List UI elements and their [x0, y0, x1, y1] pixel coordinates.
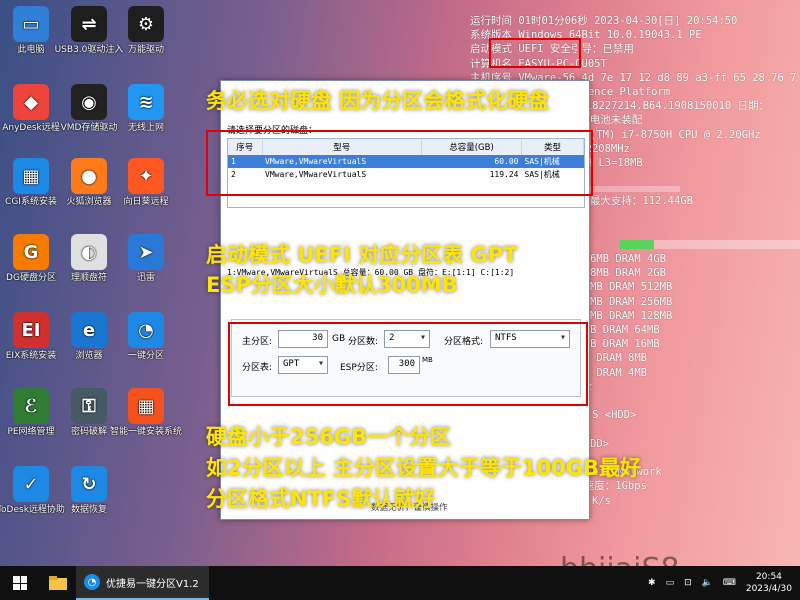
file-explorer-button[interactable] [40, 566, 76, 600]
note-format: 分区格式NTFS默认就好 [206, 487, 436, 511]
desktop-icon-label: PE网络管理 [7, 427, 55, 437]
partition-icon: ◔ [128, 312, 164, 348]
volume-icon[interactable]: 🔈 [702, 578, 713, 588]
desktop-icon-label: 此电脑 [17, 45, 45, 55]
taskbar: ◔ 优捷易一键分区V1.2 ✱ ▭ ⊡ 🔈 ⌨ 20:54 2023/4/30 [0, 566, 800, 600]
wifi-icon: ≋ [128, 84, 164, 120]
desktop-icon-label: 智能一键安装系统 [109, 427, 182, 437]
desktop-icon-label: 无线上网 [127, 123, 164, 133]
desktop-icon[interactable]: ✦ 向日葵远程 [107, 158, 185, 208]
drive-icon: ◐ [71, 234, 107, 270]
boot-mode-highlight [489, 38, 581, 68]
recovery-icon: ↻ [71, 466, 107, 502]
clock[interactable]: 20:54 2023/4/30 [746, 571, 792, 595]
desktop-icon-label: 浏览器 [75, 351, 103, 361]
network-icon: ℰ [13, 388, 49, 424]
desktop-icon-label: DG硬盘分区 [6, 273, 56, 283]
clock-time: 20:54 [755, 572, 782, 582]
folder-icon [49, 576, 67, 590]
disk-select-highlight [206, 130, 593, 196]
desktop-icon[interactable]: ⚙ 万能驱动 [107, 6, 185, 56]
ie-icon: e [71, 312, 107, 348]
options-highlight [228, 322, 588, 406]
desktop-icon-label: 一键分区 [127, 351, 164, 361]
sysinfo-line: 运行时间 01时01分06秒 2023-04-30[日] 20:54:50 [470, 15, 738, 27]
clock-date: 2023/4/30 [745, 584, 792, 594]
bluetooth-icon[interactable]: ✱ [648, 578, 656, 588]
desktop-icon-label: 迅雷 [136, 273, 155, 283]
thunder-icon: ➤ [128, 234, 164, 270]
eix-icon: EI [13, 312, 49, 348]
vmd-icon: ◉ [71, 84, 107, 120]
firefox-icon: ● [71, 158, 107, 194]
windows-icon: ▦ [13, 158, 49, 194]
note-esp-size: ESP分区大小默认300MB [206, 273, 458, 297]
partition-app-icon: ◔ [84, 574, 100, 590]
usb-icon: ⇌ [71, 6, 107, 42]
note-main-partition: 如2分区以上 主分区设置大于等于100GB最好 [206, 456, 641, 480]
desktop-icon[interactable]: ➤ 迅雷 [107, 234, 185, 284]
start-button[interactable] [0, 566, 40, 600]
desktop-icon-label: 火狐浏览器 [66, 197, 112, 207]
taskbar-app-title: 优捷易一键分区V1.2 [106, 578, 199, 590]
sunflower-icon: ✦ [128, 158, 164, 194]
desktop-icon-label: 向日葵远程 [123, 197, 169, 207]
desktop-icon-label: 理顺盘符 [70, 273, 107, 283]
password-icon: ⚿ [71, 388, 107, 424]
memory-usage-bar [620, 240, 800, 250]
desktop-icon[interactable]: ↻ 数据恢复 [50, 466, 128, 516]
desktop-icon[interactable]: ≋ 无线上网 [107, 84, 185, 134]
desktop-icon[interactable]: ◔ 一键分区 [107, 312, 185, 362]
diskgenius-icon: G [13, 234, 49, 270]
display-icon[interactable]: ▭ [666, 578, 675, 588]
gear-icon: ⚙ [128, 6, 164, 42]
system-tray: ✱ ▭ ⊡ 🔈 ⌨ 20:54 2023/4/30 [648, 566, 792, 600]
note-select-disk: 务必选对硬盘 因为分区会格式化硬盘 [206, 89, 550, 113]
todesk-icon: ✓ [13, 466, 49, 502]
desktop-icon-label: EIX系统安装 [5, 351, 57, 361]
computer-icon: ▭ [13, 6, 49, 42]
desktop-icon-label: 数据恢复 [70, 505, 107, 515]
note-disk-size: 硬盘小于256GB一个分区 [206, 425, 452, 449]
install-icon: ▦ [128, 388, 164, 424]
keyboard-icon[interactable]: ⌨ [723, 578, 736, 588]
desktop-icon[interactable]: ▦ 智能一键安装系统 [107, 388, 185, 438]
taskbar-app-partition[interactable]: ◔ 优捷易一键分区V1.2 [76, 566, 209, 600]
desktop-icon-label: 万能驱动 [127, 45, 164, 55]
anydesk-icon: ◆ [13, 84, 49, 120]
note-uefi-gpt: 启动模式 UEFI 对应分区表 GPT [206, 243, 518, 267]
network-icon[interactable]: ⊡ [684, 578, 692, 588]
desktop-icon-label: 密码破解 [70, 427, 107, 437]
windows-logo-icon [13, 576, 27, 590]
